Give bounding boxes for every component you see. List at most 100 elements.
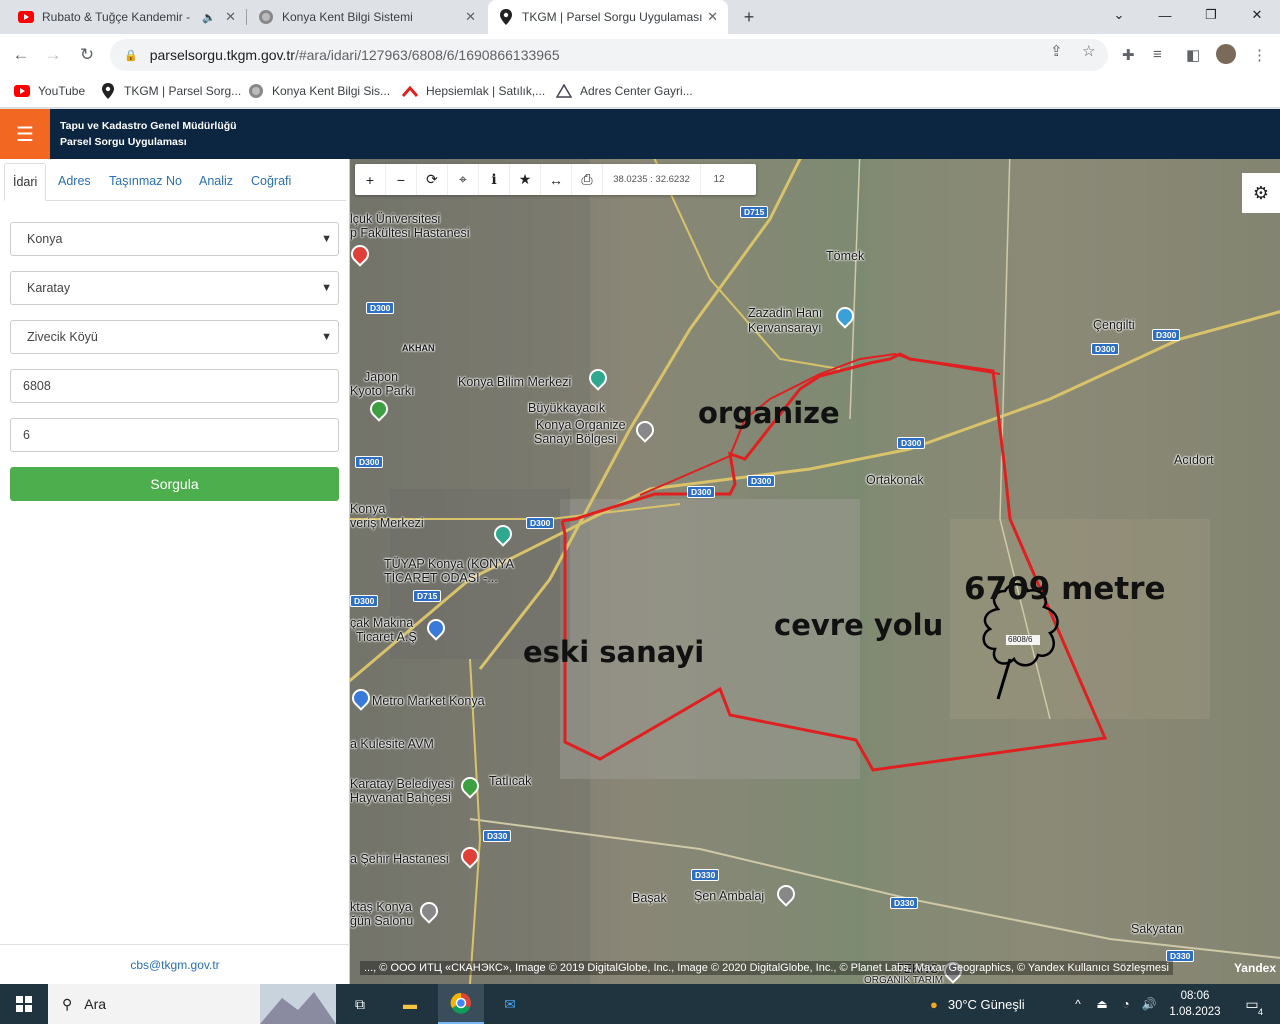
place-label: Kyoto Parkı bbox=[350, 384, 415, 398]
new-tab-button[interactable]: + bbox=[738, 6, 760, 28]
usb-icon[interactable]: ⏏ bbox=[1092, 984, 1112, 1024]
chevron-down-icon[interactable]: ⌄ bbox=[1096, 0, 1142, 30]
map-attribution[interactable]: ..., © ООО ИТЦ «СКАНЭКС», Image © 2019 D… bbox=[360, 961, 1173, 975]
bookmark-konya-kbs[interactable]: Konya Kent Bilgi Sis... bbox=[248, 83, 390, 99]
annotation-eski-sanayi: eski sanayi bbox=[523, 635, 705, 669]
minimize-button[interactable]: — bbox=[1142, 0, 1188, 30]
wifi-icon[interactable]: ◔ bbox=[1116, 984, 1136, 1024]
place-label: Hayvanat Bahçesi bbox=[350, 791, 451, 805]
hamburger-menu-button[interactable]: ☰ bbox=[0, 109, 50, 159]
crosshair-icon[interactable]: ⌖ bbox=[448, 164, 479, 195]
place-label: Tömek bbox=[826, 249, 865, 263]
ilce-select[interactable]: Karatay ▼ bbox=[10, 271, 339, 305]
place-label: Sanayi Bölgesi bbox=[534, 432, 617, 446]
il-select[interactable]: Konya ▼ bbox=[10, 222, 339, 256]
bookmark-youtube[interactable]: YouTube bbox=[14, 83, 85, 99]
browser-tab-tkgm[interactable]: TKGM | Parsel Sorgu Uygulaması ✕ bbox=[488, 0, 728, 34]
refresh-icon[interactable]: ⟳ bbox=[417, 164, 448, 195]
notification-icon[interactable]: ▭ 4 bbox=[1232, 984, 1272, 1024]
bookmarks-bar: YouTube TKGM | Parsel Sorg... Konya Kent… bbox=[0, 76, 1280, 108]
browser-tab-konya-kbs[interactable]: Konya Kent Bilgi Sistemi ✕ bbox=[248, 0, 486, 34]
tab-adres[interactable]: Adres bbox=[50, 163, 99, 201]
place-label: AKHAN bbox=[402, 343, 435, 353]
tab-idari[interactable]: İdari bbox=[4, 163, 47, 201]
road-shield: D300 bbox=[1152, 329, 1181, 341]
place-label: Kervansarayı bbox=[748, 321, 822, 335]
contact-email-link[interactable]: cbs@tkgm.gov.tr bbox=[0, 944, 350, 984]
taskbar-search[interactable]: ⚲ Ara bbox=[48, 984, 336, 1024]
place-label: TÜYAP Konya (KONYA bbox=[384, 557, 514, 571]
place-label: p Fakültesi Hastanesi bbox=[350, 226, 470, 240]
mail-icon[interactable]: ✉ bbox=[490, 984, 530, 1024]
tab-analiz[interactable]: Analiz bbox=[191, 163, 241, 201]
road-shield: D715 bbox=[413, 590, 442, 602]
side-panel-icon[interactable]: ◧ bbox=[1186, 46, 1200, 64]
gear-icon[interactable]: ⚙ bbox=[1242, 173, 1280, 213]
road-shield: D300 bbox=[526, 517, 555, 529]
menu-icon[interactable]: ⋮ bbox=[1252, 46, 1267, 64]
browser-tab-youtube[interactable]: Rubato & Tuğçe Kandemir - 🔈 ✕ bbox=[8, 0, 247, 34]
zoom-out-button[interactable]: − bbox=[386, 164, 417, 195]
place-label: çak Makina bbox=[350, 616, 414, 630]
forward-button[interactable]: → bbox=[40, 42, 66, 68]
restore-button[interactable]: ❐ bbox=[1188, 0, 1234, 30]
close-icon[interactable]: ✕ bbox=[707, 9, 718, 25]
annotation-cevre-yolu: cevre yolu bbox=[774, 608, 944, 642]
bookmark-adres-center[interactable]: Adres Center Gayri... bbox=[556, 83, 693, 99]
clock[interactable]: 08:06 1.08.2023 bbox=[1164, 984, 1226, 1024]
measure-icon[interactable]: ↔ bbox=[541, 164, 572, 195]
road-shield: D300 bbox=[350, 595, 379, 607]
tab-tasinmaz-no[interactable]: Taşınmaz No bbox=[101, 163, 190, 201]
ada-input[interactable]: 6808 bbox=[10, 369, 339, 403]
weather-widget[interactable]: ● 30°C Güneşli bbox=[930, 984, 1060, 1024]
sorgula-button[interactable]: Sorgula bbox=[10, 467, 339, 501]
address-bar[interactable]: 🔒 parselsorgu.tkgm.gov.tr/#ara/idari/127… bbox=[110, 39, 1108, 71]
youtube-icon bbox=[14, 83, 30, 99]
close-icon[interactable]: ✕ bbox=[465, 9, 476, 25]
place-label: Metro Market Konya bbox=[372, 694, 485, 708]
star-icon[interactable]: ★ bbox=[510, 164, 541, 195]
file-explorer-icon[interactable]: ▬ bbox=[390, 984, 430, 1024]
chevron-up-icon[interactable]: ^ bbox=[1068, 984, 1088, 1024]
place-label: Japon bbox=[364, 370, 399, 384]
close-window-button[interactable]: ✕ bbox=[1234, 0, 1280, 30]
extensions-icon[interactable]: ✚ bbox=[1122, 46, 1135, 64]
chrome-icon[interactable] bbox=[438, 984, 484, 1024]
query-tabs: İdari Adres Taşınmaz No Analiz Coğrafi bbox=[4, 163, 346, 201]
media-icon[interactable]: ≡ bbox=[1153, 46, 1162, 63]
seal-icon bbox=[248, 83, 264, 99]
info-icon[interactable]: i bbox=[479, 164, 510, 195]
place-label: Ortakonak bbox=[866, 473, 924, 487]
close-icon[interactable]: ✕ bbox=[225, 9, 236, 25]
url-path: /#ara/idari/127963/6808/6/1690866133965 bbox=[294, 47, 560, 63]
map-toolbar: + − ⟳ ⌖ i ★ ↔ ⎙ 38.0235 : 32.6232 12 bbox=[355, 164, 756, 195]
place-label: ORGANİK TARIM bbox=[864, 975, 944, 984]
avatar[interactable] bbox=[1216, 44, 1236, 64]
print-icon[interactable]: ⎙ bbox=[572, 164, 603, 195]
start-button[interactable] bbox=[0, 984, 48, 1024]
star-icon[interactable]: ☆ bbox=[1082, 42, 1095, 60]
volume-icon[interactable]: 🔊 bbox=[1138, 984, 1160, 1024]
place-label: TİCARET ODASI -... bbox=[384, 571, 498, 585]
place-label: ğün Salonu bbox=[350, 914, 414, 928]
bookmark-hepsiemlak[interactable]: Hepsiemlak | Satılık,... bbox=[402, 83, 545, 99]
parsel-input[interactable]: 6 bbox=[10, 418, 339, 452]
tab-cografi[interactable]: Coğrafi bbox=[243, 163, 299, 201]
mahalle-select[interactable]: Zivecik Köyü ▼ bbox=[10, 320, 339, 354]
back-button[interactable]: ← bbox=[8, 42, 34, 68]
bookmark-tkgm[interactable]: TKGM | Parsel Sorg... bbox=[100, 83, 241, 99]
task-view-icon[interactable]: ⧉ bbox=[342, 984, 378, 1024]
annotation-organize: organize bbox=[698, 396, 840, 430]
app-title: Tapu ve Kadastro Genel Müdürlüğü Parsel … bbox=[60, 120, 237, 148]
share-icon[interactable]: ⇪ bbox=[1050, 42, 1063, 60]
road-shield: D330 bbox=[483, 830, 512, 842]
tab-title: Konya Kent Bilgi Sistemi bbox=[282, 10, 413, 24]
speaker-icon[interactable]: 🔈 bbox=[202, 11, 216, 24]
location-pin-icon bbox=[498, 9, 514, 25]
place-label: Zazadin Hanı bbox=[748, 306, 823, 320]
adres-icon bbox=[556, 83, 572, 99]
place-label: Şen Ambalaj bbox=[694, 889, 765, 903]
zoom-in-button[interactable]: + bbox=[355, 164, 386, 195]
map-view[interactable]: 6808/6 organize cevre yolu eski sanayi 6… bbox=[350, 159, 1280, 984]
reload-button[interactable]: ↻ bbox=[74, 42, 100, 68]
